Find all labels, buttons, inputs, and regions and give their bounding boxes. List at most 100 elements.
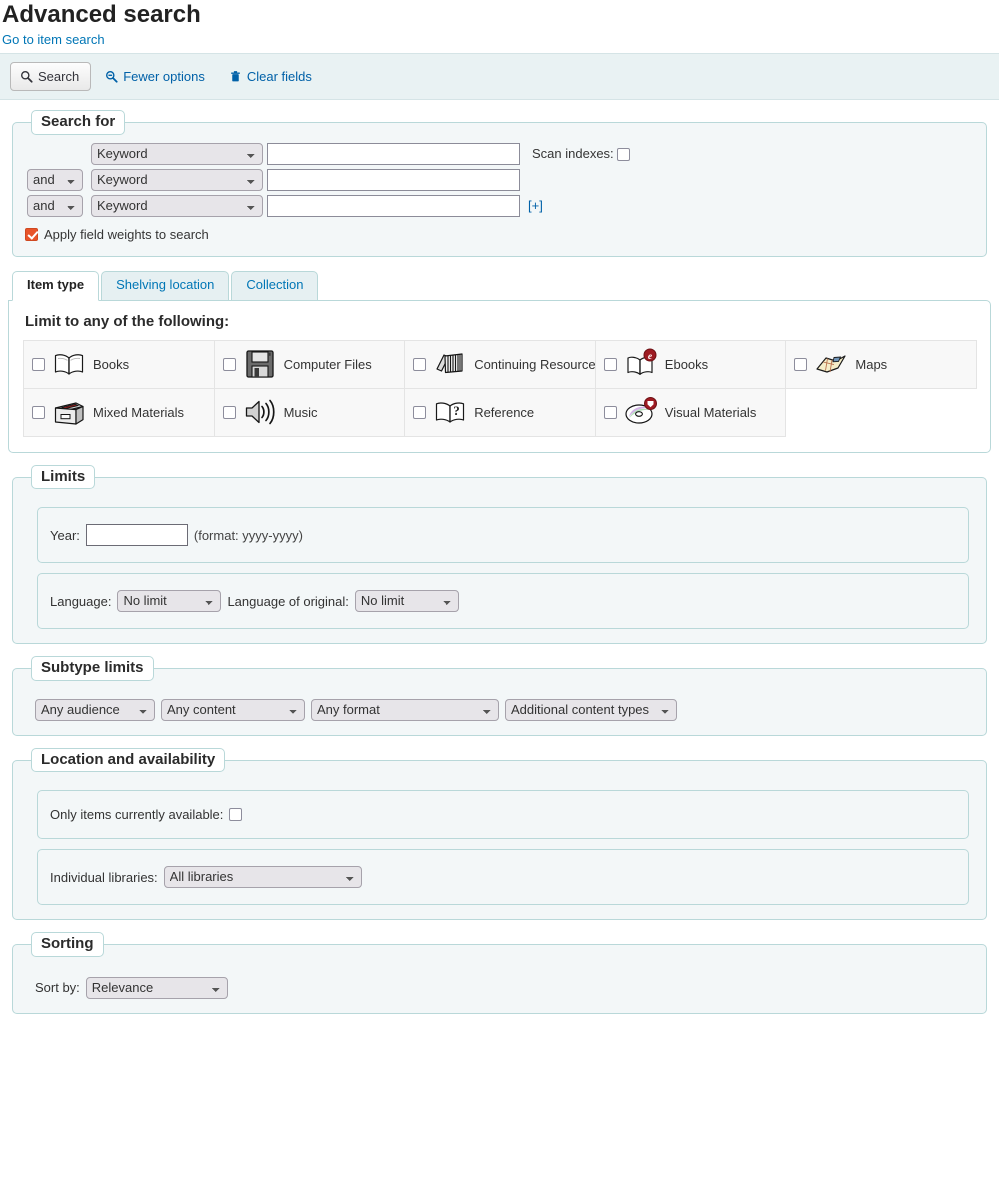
additional-content-types-select[interactable]: Additional content types [505, 699, 677, 721]
item-type-ebooks-label: Ebooks [665, 357, 708, 372]
query-cell [265, 193, 522, 219]
item-type-continuing-resources-checkbox[interactable] [413, 358, 426, 371]
search-index-select-3[interactable]: Keyword [91, 195, 263, 217]
individual-libraries-row: Individual libraries: All libraries [50, 866, 956, 888]
apply-field-weights-checkbox[interactable] [25, 228, 38, 241]
sorting-legend: Sorting [31, 932, 104, 957]
only-available-checkbox[interactable] [229, 808, 242, 821]
subtype-limits-fieldset: Subtype limits Any audience Any content … [12, 656, 987, 736]
fewer-options-button[interactable]: Fewer options [95, 64, 215, 89]
item-type-reference[interactable]: ? Reference [404, 388, 596, 437]
scan-indexes-checkbox[interactable] [617, 148, 630, 161]
limits-fieldset: Limits Year: (format: yyyy-yyyy) Languag… [12, 465, 987, 645]
tab-collection[interactable]: Collection [231, 271, 318, 301]
item-type-maps[interactable]: Maps [785, 340, 977, 389]
ebook-icon: e [624, 347, 658, 381]
search-button-label: Search [38, 70, 79, 83]
individual-libraries-label: Individual libraries: [50, 870, 158, 885]
language-label: Language: [50, 594, 111, 609]
item-type-visual-materials-label: Visual Materials [665, 405, 757, 420]
item-type-maps-checkbox[interactable] [794, 358, 807, 371]
availability-fieldset: Only items currently available: [37, 790, 969, 839]
query-cell [265, 141, 522, 167]
search-index-select-2[interactable]: Keyword [91, 169, 263, 191]
item-type-reference-checkbox[interactable] [413, 406, 426, 419]
search-for-legend: Search for [31, 110, 125, 135]
speaker-icon [243, 395, 277, 429]
go-to-item-search-link[interactable]: Go to item search [0, 32, 999, 53]
search-row: Keyword Scan indexes: [25, 141, 632, 167]
item-type-ebooks-checkbox[interactable] [604, 358, 617, 371]
tab-shelving-location-link[interactable]: Shelving location [101, 271, 229, 301]
only-available-row: Only items currently available: [50, 807, 956, 822]
spacer-cell [522, 167, 632, 193]
sorting-fieldset: Sorting Sort by: Relevance [12, 932, 987, 1014]
limit-tabs: Item type Shelving location Collection L… [8, 271, 991, 453]
item-type-continuing-resources-label: Continuing Resources [474, 357, 596, 372]
svg-text:?: ? [453, 403, 460, 418]
language-of-original-label: Language of original: [227, 594, 348, 609]
search-index-select-1[interactable]: Keyword [91, 143, 263, 165]
search-for-fieldset: Search for Keyword Scan indexes: [12, 110, 987, 257]
item-type-music-checkbox[interactable] [223, 406, 236, 419]
floppy-disk-icon [243, 347, 277, 381]
subtype-selects-row: Any audience Any content Any format Addi… [35, 699, 974, 721]
language-of-original-select[interactable]: No limit [355, 590, 459, 612]
clear-fields-button[interactable]: Clear fields [219, 64, 322, 89]
apply-field-weights-label: Apply field weights to search [44, 227, 209, 242]
operator-select-3[interactable]: and [27, 195, 83, 217]
item-type-visual-materials[interactable]: Visual Materials [595, 388, 787, 437]
sort-by-label: Sort by: [35, 980, 80, 995]
item-type-reference-label: Reference [474, 405, 534, 420]
individual-libraries-fieldset: Individual libraries: All libraries [37, 849, 969, 905]
page-title: Advanced search [0, 0, 999, 32]
item-type-continuing-resources[interactable]: Continuing Resources [404, 340, 596, 389]
audience-select[interactable]: Any audience [35, 699, 155, 721]
serials-icon [433, 347, 467, 381]
item-type-grid-spacer [785, 388, 977, 437]
tab-shelving-location[interactable]: Shelving location [101, 271, 229, 301]
item-type-computer-files[interactable]: Computer Files [214, 340, 406, 389]
item-type-computer-files-label: Computer Files [284, 357, 372, 372]
item-type-computer-files-checkbox[interactable] [223, 358, 236, 371]
tab-collection-link[interactable]: Collection [231, 271, 318, 301]
year-limit-fieldset: Year: (format: yyyy-yyyy) [37, 507, 969, 563]
index-cell: Keyword [89, 167, 265, 193]
item-type-books-label: Books [93, 357, 129, 372]
tab-item-type[interactable]: Item type [12, 271, 99, 301]
year-format-hint: (format: yyyy-yyyy) [194, 528, 303, 543]
location-availability-legend: Location and availability [31, 748, 225, 773]
item-type-books-checkbox[interactable] [32, 358, 45, 371]
tab-item-type-link[interactable]: Item type [12, 271, 99, 301]
search-button[interactable]: Search [10, 62, 91, 91]
archive-box-icon [52, 395, 86, 429]
open-book-icon [52, 347, 86, 381]
search-row: and Keyword [25, 167, 632, 193]
item-type-music[interactable]: Music [214, 388, 406, 437]
item-type-ebooks[interactable]: e Ebooks [595, 340, 787, 389]
language-row: Language: No limit Language of original:… [50, 590, 956, 612]
sort-by-select[interactable]: Relevance [86, 977, 228, 999]
search-input-2[interactable] [267, 169, 520, 191]
item-type-books[interactable]: Books [23, 340, 215, 389]
add-search-field-link[interactable]: [+] [524, 198, 543, 213]
search-input-3[interactable] [267, 195, 520, 217]
format-select[interactable]: Any format [311, 699, 499, 721]
language-select[interactable]: No limit [117, 590, 221, 612]
tab-list: Item type Shelving location Collection [8, 271, 991, 300]
year-row: Year: (format: yyyy-yyyy) [50, 524, 956, 546]
search-input-1[interactable] [267, 143, 520, 165]
dvd-icon [624, 395, 658, 429]
map-icon [814, 347, 848, 381]
subtype-limits-legend: Subtype limits [31, 656, 154, 681]
search-rows-table: Keyword Scan indexes: and [25, 141, 632, 219]
query-cell [265, 167, 522, 193]
individual-libraries-select[interactable]: All libraries [164, 866, 362, 888]
year-input[interactable] [86, 524, 188, 546]
item-type-mixed-materials-label: Mixed Materials [93, 405, 184, 420]
item-type-mixed-materials[interactable]: Mixed Materials [23, 388, 215, 437]
content-select[interactable]: Any content [161, 699, 305, 721]
item-type-visual-materials-checkbox[interactable] [604, 406, 617, 419]
operator-select-2[interactable]: and [27, 169, 83, 191]
item-type-mixed-materials-checkbox[interactable] [32, 406, 45, 419]
